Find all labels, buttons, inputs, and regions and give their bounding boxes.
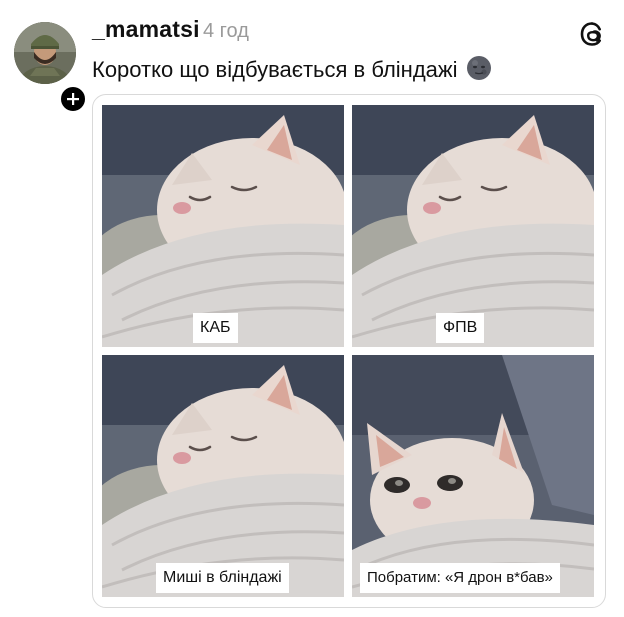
sleeping-cat-image bbox=[102, 105, 344, 347]
post-timestamp: 4 год bbox=[203, 20, 249, 42]
meme-panel-4: Побратим: «Я дрон в*бав» bbox=[352, 355, 594, 597]
caption-text: Коротко що відбувається в бліндажі bbox=[92, 57, 458, 82]
meme-panel-1: КАБ bbox=[102, 105, 344, 347]
meme-panel-2: ФПВ bbox=[352, 105, 594, 347]
panel-label: ФПВ bbox=[436, 313, 485, 343]
follow-button[interactable] bbox=[58, 84, 88, 114]
threads-logo-icon[interactable] bbox=[578, 20, 606, 48]
plus-icon bbox=[67, 93, 79, 105]
panel-label: Миші в бліндажі bbox=[156, 563, 289, 593]
thread-post: _mamatsi 4 год Коротко що відбувається в… bbox=[0, 0, 624, 617]
meme-image-grid[interactable]: КАБ ФПВ Миші в бліндажі Побратим: «Я дро… bbox=[92, 94, 606, 608]
avatar-container[interactable] bbox=[14, 22, 88, 114]
sleeping-cat-image bbox=[102, 355, 344, 597]
panel-label: Побратим: «Я дрон в*бав» bbox=[360, 563, 560, 593]
username-link[interactable]: _mamatsi bbox=[92, 16, 200, 43]
awake-cat-image bbox=[352, 355, 594, 597]
post-caption: Коротко що відбувається в бліндажі bbox=[92, 55, 492, 87]
meme-panel-3: Миші в бліндажі bbox=[102, 355, 344, 597]
new-moon-face-emoji-icon bbox=[466, 55, 492, 87]
panel-label: КАБ bbox=[193, 313, 238, 343]
avatar-image bbox=[14, 22, 76, 84]
avatar[interactable] bbox=[14, 22, 76, 84]
sleeping-cat-image bbox=[352, 105, 594, 347]
